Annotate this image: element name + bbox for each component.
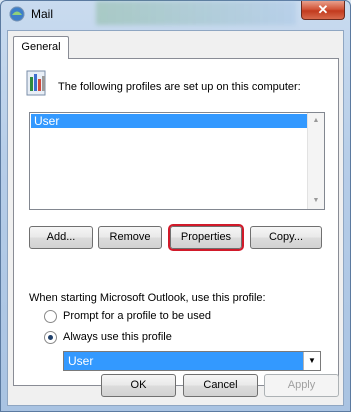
profiles-listbox[interactable]: User ▲ ▼	[29, 112, 325, 210]
mail-profiles-icon	[26, 70, 46, 96]
apply-button[interactable]: Apply	[264, 374, 339, 397]
prompt-profile-radio[interactable]	[44, 310, 57, 323]
profile-list-item[interactable]: User	[31, 114, 307, 128]
title-bar[interactable]: Mail ✕	[1, 1, 350, 27]
general-tab-panel: The following profiles are set up on thi…	[13, 58, 339, 386]
profile-select[interactable]: User ▼	[63, 351, 321, 371]
dialog-client-area: General The following profiles are set u…	[7, 30, 344, 406]
mail-app-icon	[9, 6, 25, 22]
profile-select-value: User	[68, 354, 94, 368]
vertical-scrollbar[interactable]: ▲ ▼	[307, 113, 324, 209]
copy-profile-button[interactable]: Copy...	[250, 226, 322, 249]
startup-profile-label: When starting Microsoft Outlook, use thi…	[29, 292, 266, 304]
cancel-button[interactable]: Cancel	[183, 374, 258, 397]
properties-button[interactable]: Properties	[168, 224, 244, 251]
prompt-profile-label: Prompt for a profile to be used	[63, 310, 211, 322]
chevron-down-icon[interactable]: ▼	[303, 352, 320, 370]
always-use-profile-label: Always use this profile	[63, 331, 172, 343]
window-title: Mail	[31, 7, 54, 21]
add-profile-button[interactable]: Add...	[29, 226, 93, 249]
tab-general[interactable]: General	[13, 36, 69, 59]
scroll-up-icon[interactable]: ▲	[308, 113, 324, 129]
close-button[interactable]: ✕	[301, 1, 345, 20]
intro-text: The following profiles are set up on thi…	[58, 81, 301, 93]
mail-dialog-window: Mail ✕ General The following profiles ar…	[0, 0, 351, 412]
background-window-ghost	[96, 1, 296, 25]
scroll-down-icon[interactable]: ▼	[308, 193, 324, 209]
ok-button[interactable]: OK	[101, 374, 176, 397]
remove-profile-button[interactable]: Remove	[98, 226, 162, 249]
always-use-profile-radio[interactable]	[44, 331, 57, 344]
